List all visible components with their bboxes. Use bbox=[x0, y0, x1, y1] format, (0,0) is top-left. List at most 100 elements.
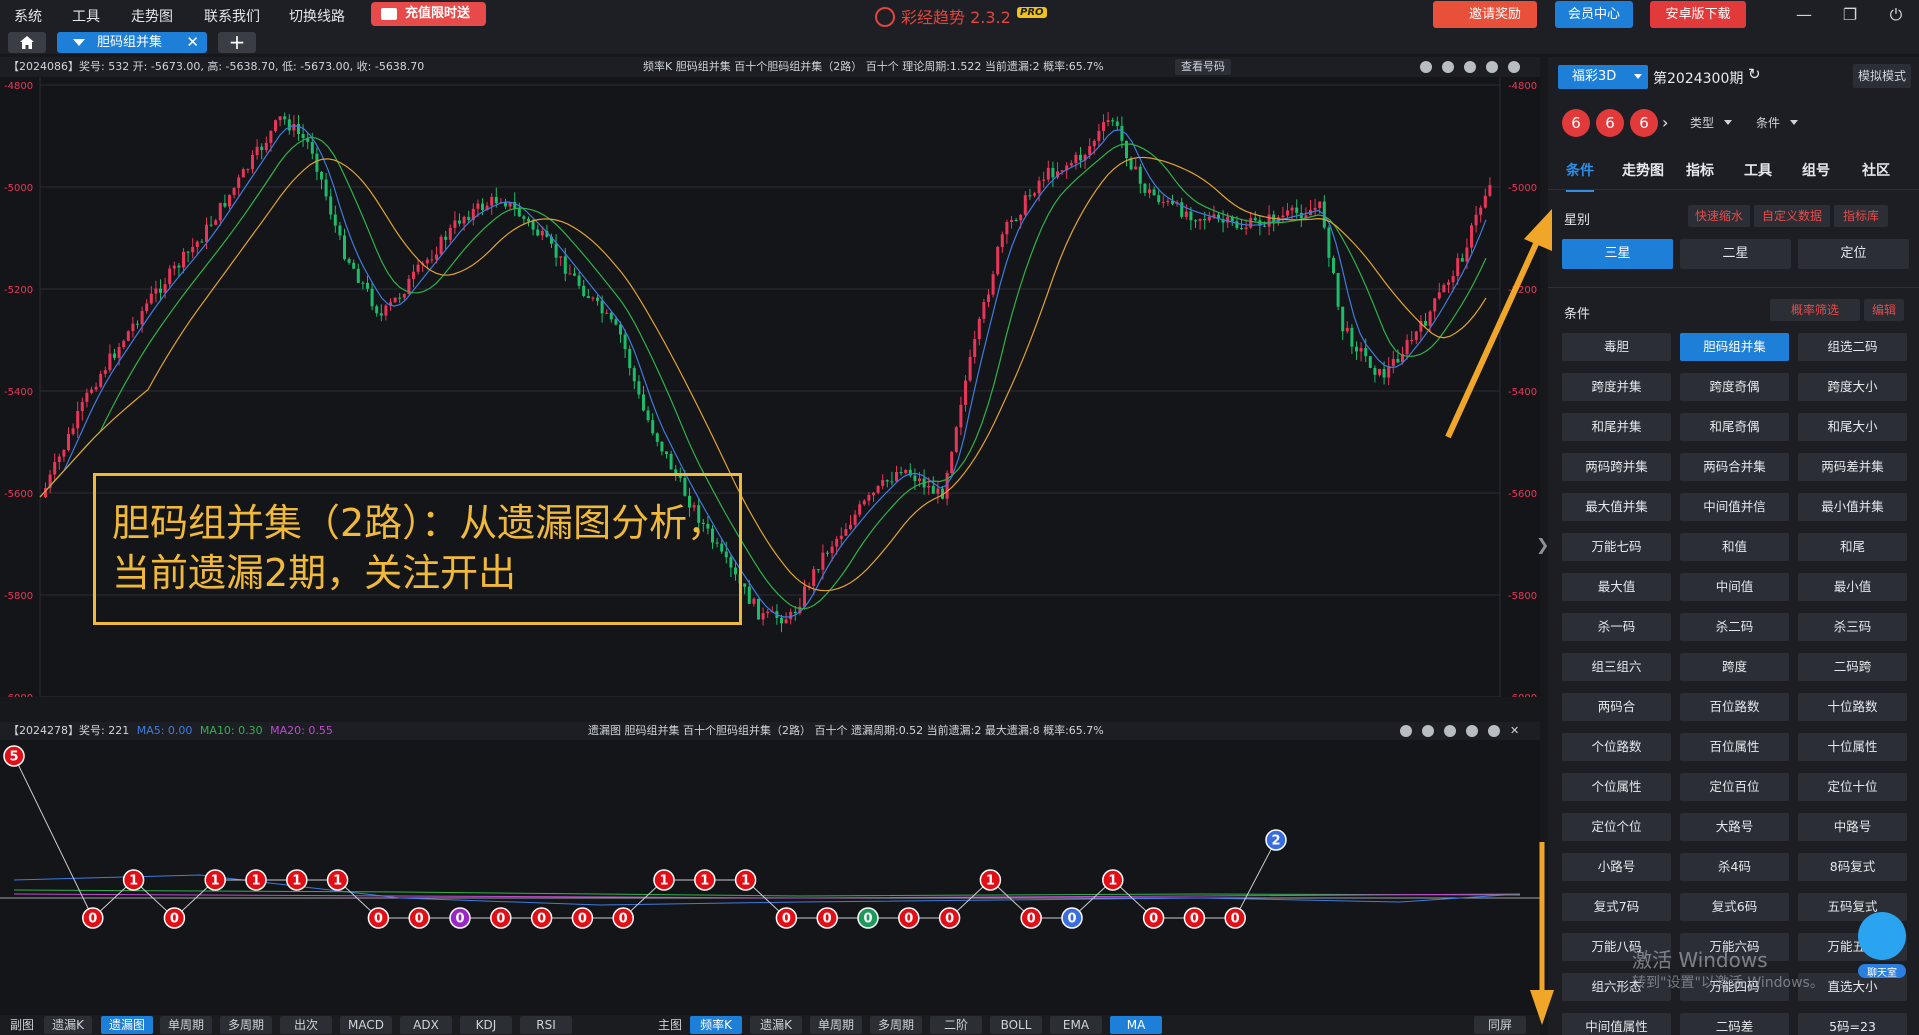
tab-frequency-k[interactable]: 频率K bbox=[690, 1016, 742, 1034]
condition-button[interactable]: 二码差 bbox=[1680, 1013, 1789, 1035]
condition-button[interactable]: 十位属性 bbox=[1798, 733, 1907, 761]
condition-button[interactable]: 和尾大小 bbox=[1798, 413, 1907, 441]
menu-contact[interactable]: 联系我们 bbox=[204, 6, 260, 26]
nav-tab-tools[interactable]: 工具 bbox=[1744, 160, 1772, 180]
settings-icon[interactable] bbox=[1420, 61, 1432, 73]
nav-tab-community[interactable]: 社区 bbox=[1862, 160, 1890, 180]
move-down-icon[interactable] bbox=[1486, 61, 1498, 73]
same-screen-button[interactable]: 同屏 bbox=[1474, 1016, 1526, 1034]
close-panel-icon[interactable] bbox=[1508, 61, 1520, 73]
condition-button[interactable]: 8码复式 bbox=[1798, 853, 1907, 881]
settings-icon[interactable] bbox=[1488, 725, 1500, 737]
condition-button[interactable]: 跨度并集 bbox=[1562, 373, 1671, 401]
nav-tab-indicators[interactable]: 指标 bbox=[1686, 160, 1714, 180]
tab-ema[interactable]: EMA bbox=[1050, 1016, 1102, 1034]
add-tab-button[interactable]: + bbox=[218, 32, 256, 53]
condition-button[interactable]: 两码跨并集 bbox=[1562, 453, 1671, 481]
condition-button[interactable]: 两码合并集 bbox=[1680, 453, 1789, 481]
condition-button[interactable]: 大路号 bbox=[1680, 813, 1789, 841]
condition-button[interactable]: 组三组六 bbox=[1562, 653, 1671, 681]
tab-omission-chart[interactable]: 遗漏图 bbox=[101, 1016, 153, 1034]
condition-button[interactable]: 和尾奇偶 bbox=[1680, 413, 1789, 441]
type-dropdown[interactable]: 类型 bbox=[1690, 111, 1733, 135]
omission-chart[interactable]: 5 0 1 0 1 1 1 1 0 0 0 0 0 0 0 1 1 1 0 0 0 0 0 1 0 0 1 0 0 0 2 bbox=[0, 740, 1540, 1015]
condition-button[interactable]: 最小值并集 bbox=[1798, 493, 1907, 521]
quick-shrink-button[interactable]: 快速缩水 bbox=[1688, 205, 1750, 227]
condition-button[interactable]: 复式7码 bbox=[1562, 893, 1671, 921]
menu-system[interactable]: 系统 bbox=[14, 6, 42, 26]
condition-button[interactable]: 杀4码 bbox=[1680, 853, 1789, 881]
condition-button[interactable]: 和尾并集 bbox=[1562, 413, 1671, 441]
condition-button[interactable]: 中间值并信 bbox=[1680, 493, 1789, 521]
move-up-icon[interactable] bbox=[1464, 61, 1476, 73]
condition-button[interactable]: 中间值 bbox=[1680, 573, 1789, 601]
home-tab[interactable] bbox=[8, 32, 46, 53]
condition-button[interactable]: 最大值 bbox=[1562, 573, 1671, 601]
simulate-mode-button[interactable]: 模拟模式 bbox=[1853, 64, 1911, 88]
minimize-icon[interactable]: — bbox=[1793, 4, 1815, 26]
condition-button[interactable]: 两码差并集 bbox=[1798, 453, 1907, 481]
tab-rsi[interactable]: RSI bbox=[520, 1016, 572, 1034]
condition-button[interactable]: 中路号 bbox=[1798, 813, 1907, 841]
close-tab-icon[interactable]: ✕ bbox=[186, 32, 199, 53]
condition-button[interactable]: 和值 bbox=[1680, 533, 1789, 561]
condition-button[interactable]: 二码跨 bbox=[1798, 653, 1907, 681]
pin-icon[interactable] bbox=[1400, 725, 1412, 737]
hide-icon[interactable] bbox=[1422, 725, 1434, 737]
tab-adx[interactable]: ADX bbox=[400, 1016, 452, 1034]
indicator-library-button[interactable]: 指标库 bbox=[1834, 205, 1888, 227]
close-icon[interactable]: ✕ bbox=[1510, 722, 1519, 740]
lottery-select[interactable]: 福彩3D bbox=[1558, 65, 1648, 89]
condition-button[interactable]: 毒胆 bbox=[1562, 333, 1671, 361]
condition-button[interactable]: 定位百位 bbox=[1680, 773, 1789, 801]
condition-button[interactable]: 十位路数 bbox=[1798, 693, 1907, 721]
menu-tools[interactable]: 工具 bbox=[72, 6, 100, 26]
restore-icon[interactable]: ❐ bbox=[1839, 4, 1861, 26]
tab-single-period[interactable]: 单周期 bbox=[160, 1016, 212, 1034]
recharge-promo-button[interactable]: 充值限时送 bbox=[371, 2, 486, 26]
probability-filter-dropdown[interactable]: 概率筛选 bbox=[1770, 299, 1860, 321]
nav-tab-trend[interactable]: 走势图 bbox=[1622, 160, 1664, 180]
condition-button[interactable]: 组选二码 bbox=[1798, 333, 1907, 361]
condition-dropdown[interactable]: 条件 bbox=[1756, 111, 1799, 135]
custom-data-button[interactable]: 自定义数据 bbox=[1754, 205, 1830, 227]
tab-omission-k[interactable]: 遗漏K bbox=[44, 1016, 92, 1034]
condition-button[interactable]: 最大值并集 bbox=[1562, 493, 1671, 521]
condition-button[interactable]: 胆码组并集 bbox=[1680, 333, 1789, 361]
tab-boll[interactable]: BOLL bbox=[990, 1016, 1042, 1034]
condition-button[interactable]: 5码=23 bbox=[1798, 1013, 1907, 1035]
tab-ma[interactable]: MA bbox=[1110, 1016, 1162, 1034]
condition-button[interactable]: 小路号 bbox=[1562, 853, 1671, 881]
condition-button[interactable]: 个位属性 bbox=[1562, 773, 1671, 801]
menu-trend[interactable]: 走势图 bbox=[131, 6, 173, 26]
tab-single-period-main[interactable]: 单周期 bbox=[810, 1016, 862, 1034]
menu-switch-line[interactable]: 切换线路 bbox=[289, 6, 345, 26]
condition-button[interactable]: 百位属性 bbox=[1680, 733, 1789, 761]
power-icon[interactable]: ⏻ bbox=[1885, 4, 1907, 26]
android-download-button[interactable]: 安卓版下载 bbox=[1650, 1, 1746, 28]
condition-button[interactable]: 万能七码 bbox=[1562, 533, 1671, 561]
tab-macd[interactable]: MACD bbox=[340, 1016, 392, 1034]
chat-robot-icon[interactable] bbox=[1858, 912, 1906, 960]
tab-kdj[interactable]: KDJ bbox=[460, 1016, 512, 1034]
star-three-button[interactable]: 三星 bbox=[1562, 239, 1673, 269]
invite-button[interactable]: 邀请奖励 bbox=[1433, 1, 1537, 28]
refresh-icon[interactable]: ↻ bbox=[1748, 65, 1761, 83]
nav-tab-groups[interactable]: 组号 bbox=[1802, 160, 1830, 180]
condition-button[interactable]: 百位路数 bbox=[1680, 693, 1789, 721]
nav-tab-conditions[interactable]: 条件 bbox=[1566, 160, 1594, 192]
tab-danma-union[interactable]: 胆码组并集 ✕ bbox=[57, 32, 207, 53]
hide-icon[interactable] bbox=[1442, 61, 1454, 73]
chevron-right-icon[interactable]: › bbox=[1662, 113, 1668, 132]
tab-multi-period-main[interactable]: 多周期 bbox=[870, 1016, 922, 1034]
condition-button[interactable]: 和尾 bbox=[1798, 533, 1907, 561]
move-up-icon[interactable] bbox=[1444, 725, 1456, 737]
star-two-button[interactable]: 二星 bbox=[1680, 239, 1791, 269]
view-numbers-button[interactable]: 查看号码 bbox=[1175, 59, 1231, 75]
member-center-button[interactable]: 会员中心 bbox=[1555, 1, 1633, 28]
star-position-button[interactable]: 定位 bbox=[1798, 239, 1909, 269]
condition-button[interactable]: 跨度大小 bbox=[1798, 373, 1907, 401]
move-down-icon[interactable] bbox=[1466, 725, 1478, 737]
condition-button[interactable]: 两码合 bbox=[1562, 693, 1671, 721]
condition-button[interactable]: 杀三码 bbox=[1798, 613, 1907, 641]
